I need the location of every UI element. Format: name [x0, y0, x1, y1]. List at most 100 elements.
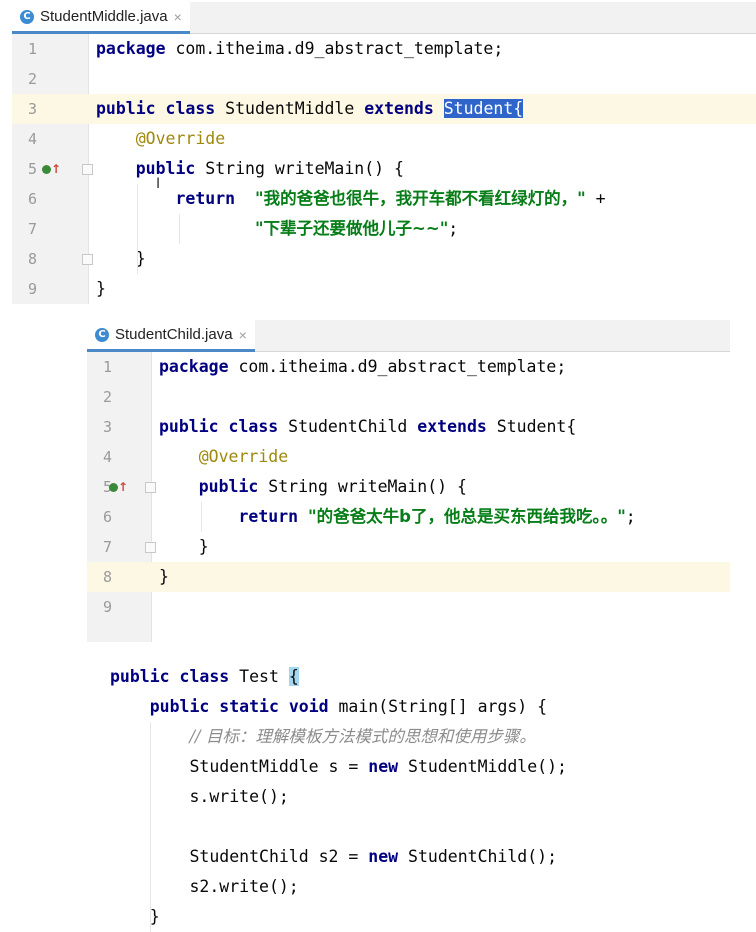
text-cursor-icon: I — [156, 176, 161, 192]
code-line[interactable]: s2.write(); — [100, 872, 756, 902]
code-text: public class Test { — [110, 662, 299, 692]
code-text: } — [159, 532, 209, 562]
fold-icon[interactable] — [82, 164, 93, 175]
code-text: public class StudentMiddle extends Stude… — [96, 94, 524, 124]
keyword-token: public — [135, 159, 196, 178]
tab-bar: C StudentChild.java × — [87, 320, 730, 352]
keyword-token: extends — [417, 417, 487, 436]
code-token: StudentChild — [278, 417, 418, 436]
keyword-token: return — [238, 507, 299, 526]
code-line[interactable]: 9} — [12, 274, 756, 304]
code-line[interactable]: StudentChild s2 = new StudentChild(); — [100, 842, 756, 872]
line-number: 2 — [28, 70, 38, 88]
line-number: 1 — [28, 40, 38, 58]
code-text: package com.itheima.d9_abstract_template… — [96, 34, 503, 64]
code-line[interactable]: public class Test { — [100, 662, 756, 692]
code-line[interactable]: 6 return "我的爸爸也很牛，我开车都不看红绿灯的，" + — [12, 184, 756, 214]
code-line[interactable]: 1 package com.itheima.d9_abstract_templat… — [87, 352, 730, 382]
code-token: + — [585, 189, 606, 208]
tab-student-child[interactable]: C StudentChild.java × — [87, 320, 255, 352]
selected-text: Student{ — [443, 99, 524, 118]
class-icon: C — [95, 327, 109, 342]
code-line[interactable]: 3 public class StudentChild extends Stude… — [87, 412, 730, 442]
code-token: StudentChild(); — [398, 847, 558, 866]
code-line[interactable]: StudentMiddle s = new StudentMiddle(); — [100, 752, 756, 782]
code-text: // 目标：理解模板方法模式的思想和使用步骤。 — [110, 722, 536, 752]
code-token: ; — [625, 507, 636, 526]
code-line[interactable]: 1 package com.itheima.d9_abstract_templat… — [12, 34, 756, 64]
code-text: return "的爸爸太牛b了，他总是买东西给我吃。。"; — [159, 502, 636, 532]
indent-guide — [150, 722, 151, 932]
code-line[interactable]: 3 public class StudentMiddle extends Stud… — [12, 94, 756, 124]
line-number: 8 — [28, 250, 38, 268]
keyword-token: public static void — [149, 697, 329, 716]
code-text: @Override — [96, 124, 225, 154]
code-token: StudentMiddle — [215, 99, 365, 118]
code-line[interactable]: 4 @Override — [87, 442, 730, 472]
fold-icon[interactable] — [82, 254, 93, 265]
code-text: package com.itheima.d9_abstract_template… — [159, 352, 566, 382]
code-line[interactable]: 5 public String writeMain() { — [87, 472, 730, 502]
code-line[interactable]: public static void main(String[] args) { — [100, 692, 756, 722]
code-text: } — [96, 274, 106, 304]
string-literal: "的爸爸太牛b了，他总是买东西给我吃。。" — [308, 507, 626, 526]
code-line[interactable]: 7 "下辈子还要做他儿子~~"; — [12, 214, 756, 244]
code-text: public String writeMain() { — [159, 472, 467, 502]
line-number: 4 — [103, 448, 113, 466]
indent-guide — [137, 184, 138, 274]
line-number: 8 — [103, 568, 113, 586]
editor-panel-test: public class Test { public static void m… — [100, 662, 756, 932]
keyword-token: new — [368, 847, 399, 866]
code-line[interactable]: 8} — [87, 562, 730, 592]
code-line[interactable]: 5 public String writeMain() { — [12, 154, 756, 184]
code-line[interactable]: } — [100, 902, 756, 932]
line-number: 6 — [28, 190, 38, 208]
code-line[interactable]: 8 } — [12, 244, 756, 274]
code-text: StudentChild s2 = new StudentChild(); — [110, 842, 557, 872]
fold-icon[interactable] — [145, 482, 156, 493]
code-token: StudentChild s2 = — [110, 847, 369, 866]
implements-gutter-icon[interactable]: ↑ — [42, 154, 61, 184]
code-line[interactable]: 2 — [87, 382, 730, 412]
code-line[interactable]: 4 @Override — [12, 124, 756, 154]
code-text: "下辈子还要做他儿子~~"; — [96, 214, 458, 244]
keyword-token: return — [175, 189, 236, 208]
code-token: StudentMiddle(); — [398, 757, 567, 776]
keyword-token: public class — [159, 417, 279, 436]
code-text: StudentMiddle s = new StudentMiddle(); — [110, 752, 567, 782]
fold-icon[interactable] — [145, 542, 156, 553]
tab-student-middle[interactable]: C StudentMiddle.java × — [12, 2, 190, 34]
code-line[interactable]: 9 — [87, 592, 730, 622]
code-line[interactable]: // 目标：理解模板方法模式的思想和使用步骤。 — [100, 722, 756, 752]
keyword-token: package — [96, 39, 166, 58]
keyword-token: public — [198, 477, 259, 496]
comment-text: // 目标：理解模板方法模式的思想和使用步骤。 — [189, 727, 536, 746]
code-text: return "我的爸爸也很牛，我开车都不看红绿灯的，" + — [96, 184, 606, 214]
matched-brace: { — [288, 667, 299, 686]
implements-gutter-icon[interactable]: ↑ — [109, 472, 128, 502]
code-line[interactable]: 7 } — [87, 532, 730, 562]
code-line[interactable]: 2 — [12, 64, 756, 94]
close-icon[interactable]: × — [239, 327, 247, 343]
keyword-token: extends — [364, 99, 434, 118]
line-number: 4 — [28, 130, 38, 148]
code-line[interactable] — [100, 812, 756, 842]
line-number: 2 — [103, 388, 113, 406]
code-token: StudentMiddle s = — [110, 757, 369, 776]
code-token: s2.write(); — [110, 877, 299, 896]
code-token: String writeMain() { — [258, 477, 467, 496]
editor-panel-student-middle: C StudentMiddle.java × 1 package com.ithe… — [12, 2, 756, 304]
code-line[interactable]: 6 return "的爸爸太牛b了，他总是买东西给我吃。。"; — [87, 502, 730, 532]
line-number: 1 — [103, 358, 113, 376]
code-text: public static void main(String[] args) { — [110, 692, 547, 722]
code-line[interactable]: s.write(); — [100, 782, 756, 812]
code-token: Student{ — [486, 417, 577, 436]
close-icon[interactable]: × — [174, 9, 182, 25]
